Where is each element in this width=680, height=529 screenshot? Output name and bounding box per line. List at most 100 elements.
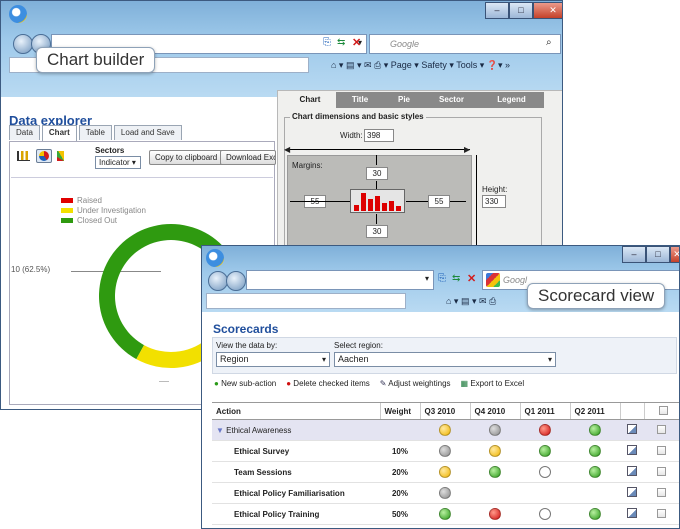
tab-table[interactable]: Table [78, 125, 112, 140]
minimize-icon[interactable]: – [485, 2, 509, 19]
adjust-weightings-button[interactable]: ✎ Adjust weightings [380, 379, 451, 388]
stop-icon[interactable]: ✕ [352, 36, 361, 49]
area-chart-icon[interactable] [57, 151, 71, 161]
row-checkbox[interactable] [657, 466, 666, 476]
home-icon[interactable]: ⌂ ▾ [446, 296, 461, 306]
chevron-down-icon: ▾ [321, 355, 326, 364]
delete-checked-button[interactable]: ● Delete checked items [286, 379, 370, 388]
edit-icon[interactable] [627, 487, 637, 497]
sectors-select[interactable]: Indicator ▾ [95, 156, 141, 169]
close-icon[interactable]: ✕ [670, 246, 679, 263]
print-icon[interactable]: ⎙ ▾ [374, 60, 391, 70]
feeds-icon[interactable]: ▤ ▾ ✉ [346, 60, 374, 70]
maximize-icon[interactable]: □ [509, 2, 533, 19]
margin-right-input[interactable]: 55 [428, 195, 450, 208]
view-by-select[interactable]: Region ▾ [216, 352, 330, 367]
help-icon[interactable]: ❓▾ » [487, 60, 510, 70]
status-yellow-icon [489, 445, 501, 457]
table-header: Action Weight Q3 2010 Q4 2010 Q1 2011 Q2… [212, 402, 679, 420]
width-label: Width: [340, 131, 363, 140]
favorites-tab[interactable] [206, 293, 406, 309]
refresh-icon[interactable]: ⇆ [452, 273, 460, 284]
compat-icon[interactable]: ⎘ [438, 273, 446, 284]
new-sub-action-button[interactable]: ● New sub-action [214, 379, 276, 388]
height-label: Height: [482, 185, 508, 194]
print-icon[interactable]: ⎙ [489, 296, 496, 306]
builder-tab-sector[interactable]: Sector [424, 92, 479, 108]
row-checkbox[interactable] [657, 424, 666, 434]
checkbox-cell [644, 440, 679, 462]
stop-icon[interactable]: ✕ [467, 272, 476, 285]
mini-bar [396, 206, 401, 211]
table-row[interactable]: Ethical Policy Familiarisation 20% [212, 482, 679, 504]
minimize-icon[interactable]: – [622, 246, 646, 263]
edit-icon[interactable] [627, 508, 637, 518]
table-row[interactable]: Team Sessions 20% [212, 461, 679, 483]
builder-tab-title[interactable]: Title [336, 92, 384, 108]
margin-bottom-input[interactable]: 30 [366, 225, 388, 238]
builder-tab-legend[interactable]: Legend [479, 92, 544, 108]
tab-load-save[interactable]: Load and Save [113, 125, 182, 140]
compat-icon[interactable]: ⎘ [323, 37, 331, 48]
status-cell [420, 440, 470, 462]
table-row[interactable]: Ethical Policy Training 50% [212, 503, 679, 525]
select-all-checkbox[interactable] [659, 405, 669, 415]
region-select[interactable]: Aachen ▾ [334, 352, 556, 367]
back-icon[interactable] [208, 271, 228, 291]
status-cell [570, 419, 620, 441]
add-icon: ● [214, 379, 219, 388]
arrow-left-icon: ◀ [284, 145, 291, 154]
bar-chart-icon[interactable] [17, 151, 30, 161]
window-controls: – □ ✕ [622, 246, 679, 263]
search-icon[interactable]: ⌕ [546, 37, 552, 48]
width-input[interactable]: 398 [364, 129, 394, 142]
edit-icon[interactable] [627, 424, 637, 434]
status-cell [420, 503, 470, 525]
back-icon[interactable] [13, 34, 33, 54]
forward-icon[interactable] [226, 271, 246, 291]
weight-cell: 10% [380, 440, 420, 462]
tab-chart[interactable]: Chart [41, 125, 77, 141]
col-select [643, 402, 679, 420]
tab-data[interactable]: Data [9, 125, 40, 140]
row-checkbox[interactable] [657, 445, 666, 455]
status-cell [520, 461, 570, 483]
builder-tab-pie[interactable]: Pie [384, 92, 424, 108]
copy-clipboard-button[interactable]: Copy to clipboard [149, 150, 224, 165]
builder-tab-chart[interactable]: Chart [284, 92, 336, 108]
status-cell [420, 482, 470, 504]
feeds-icon[interactable]: ▤ ▾ ✉ [461, 296, 489, 306]
address-bar[interactable]: ▾ [246, 270, 434, 290]
action-cell: Ethical Policy Training [212, 503, 380, 525]
tools-menu[interactable]: Tools ▾ [456, 60, 484, 70]
page-menu[interactable]: Page ▾ [391, 60, 419, 70]
table-row[interactable]: Ethical Survey 10% [212, 440, 679, 462]
dropdown-icon[interactable]: ▾ [425, 274, 429, 283]
table-group-row[interactable]: ▼ Ethical Awareness [212, 419, 679, 441]
safety-menu[interactable]: Safety ▾ [421, 60, 454, 70]
scorecard-table-wrap: Action Weight Q3 2010 Q4 2010 Q1 2011 Q2… [212, 402, 679, 525]
row-checkbox[interactable] [657, 487, 666, 497]
maximize-icon[interactable]: □ [646, 246, 670, 263]
pie-selector[interactable] [36, 149, 52, 163]
scorecard-window: – □ ✕ ▾ ⎘ ⇆ ✕ Googl ⌂ ▾ ▤ ▾ ✉ ⎙ Scorecar… [201, 245, 680, 529]
search-input[interactable]: Google [369, 34, 561, 54]
refresh-icon[interactable]: ⇆ [337, 37, 345, 48]
home-icon[interactable]: ⌂ ▾ [331, 60, 346, 70]
close-icon[interactable]: ✕ [533, 2, 562, 19]
margin-top-input[interactable]: 30 [366, 167, 388, 180]
download-excel-button[interactable]: Download Exce [220, 150, 276, 165]
edit-cell [620, 419, 644, 441]
left-arrow [290, 201, 350, 202]
action-cell: Ethical Survey [212, 440, 380, 462]
edit-icon[interactable] [627, 466, 637, 476]
view-by-label: View the data by: [216, 341, 278, 350]
col-q1-2011: Q1 2011 [519, 402, 570, 420]
export-excel-button[interactable]: ▦ Export to Excel [461, 379, 525, 388]
row-checkbox[interactable] [657, 508, 666, 518]
legend-item: Under Investigation [61, 206, 146, 216]
expand-icon[interactable]: ▼ [216, 426, 226, 435]
edit-icon[interactable] [627, 445, 637, 455]
status-cell [420, 461, 470, 483]
height-input[interactable]: 330 [482, 195, 506, 208]
